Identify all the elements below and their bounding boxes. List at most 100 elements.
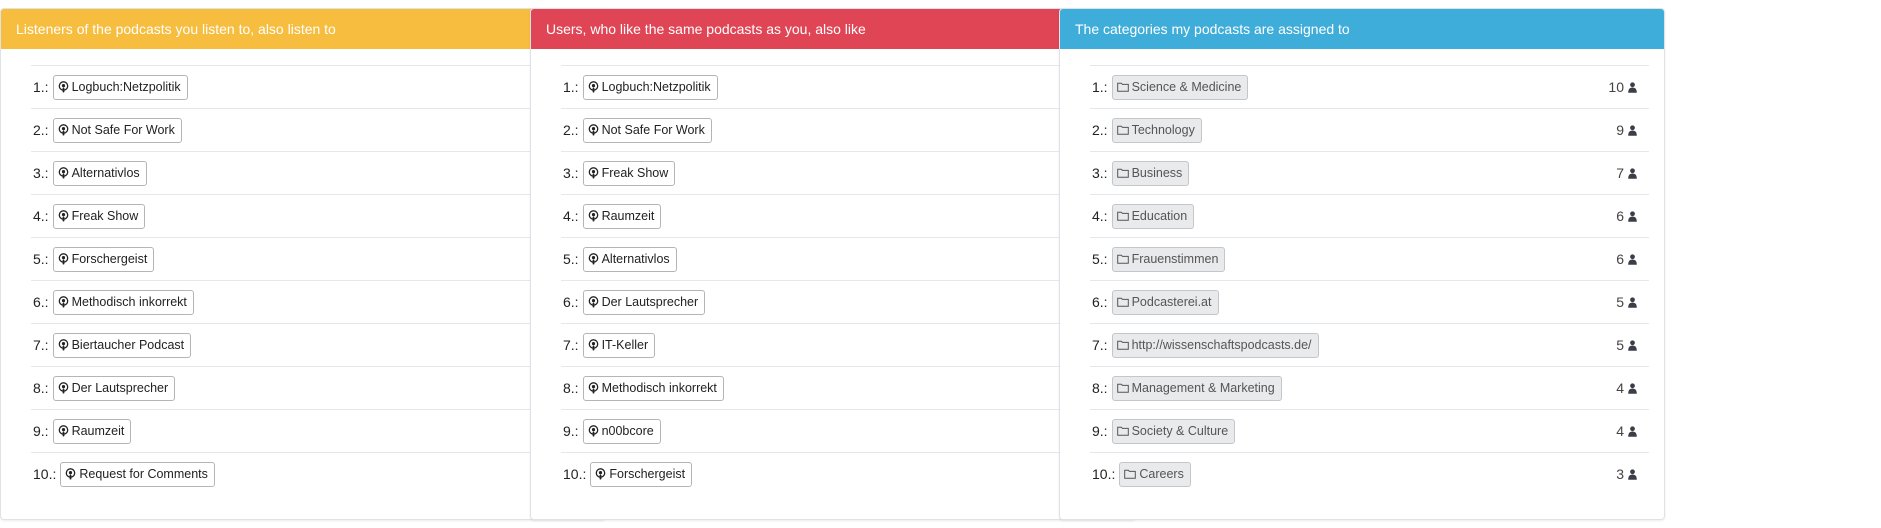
category-link[interactable]: Management & Marketing <box>1111 375 1282 401</box>
count-value: 4 <box>1616 423 1624 439</box>
list-item: 3.: Business 7 <box>1090 151 1649 194</box>
podcast-link[interactable]: Not Safe For Work <box>582 117 712 143</box>
item-label: Education <box>1131 209 1188 223</box>
podcast-link[interactable]: Raumzeit <box>582 203 662 229</box>
rank-number: 2.: <box>33 122 49 138</box>
podcast-link[interactable]: Forschergeist <box>52 246 155 272</box>
podcast-link[interactable]: Logbuch:Netzpolitik <box>52 74 188 100</box>
podcast-link[interactable]: Not Safe For Work <box>52 117 182 143</box>
category-link[interactable]: Science & Medicine <box>1111 74 1249 100</box>
podcast-link[interactable]: Freak Show <box>582 160 676 186</box>
podcast-link[interactable]: Biertaucher Podcast <box>52 332 192 358</box>
user-icon <box>1624 382 1637 394</box>
podcast-icon <box>588 81 602 93</box>
ranking-list: 1.: Science & Medicine 10 2.: Technology 9 3.:… <box>1060 49 1664 495</box>
rank-number: 1.: <box>563 79 579 95</box>
rank-number: 6.: <box>1092 294 1108 310</box>
list-item: 5.:Forschergeist15 <box>31 237 590 280</box>
podcast-icon <box>588 339 602 351</box>
rank-number: 2.: <box>1092 122 1108 138</box>
item-label: Not Safe For Work <box>601 123 705 137</box>
item-label: IT-Keller <box>601 338 649 352</box>
list-item: 3.:Freak Show4 <box>561 151 1120 194</box>
podcast-link[interactable]: Der Lautsprecher <box>582 289 706 315</box>
item-label: Raumzeit <box>71 424 125 438</box>
podcast-link[interactable]: Methodisch inkorrekt <box>52 289 194 315</box>
listener-count: 4 <box>1616 423 1637 439</box>
rank-number: 3.: <box>563 165 579 181</box>
rank-number: 5.: <box>33 251 49 267</box>
panel-title: Listeners of the podcasts you listen to,… <box>1 9 605 49</box>
item-label: Der Lautsprecher <box>71 381 169 395</box>
podcast-link[interactable]: Freak Show <box>52 203 146 229</box>
rank-number: 5.: <box>563 251 579 267</box>
podcast-icon <box>58 296 72 308</box>
item-label: Freak Show <box>601 166 669 180</box>
item-label: Forschergeist <box>609 467 686 481</box>
item-label: n00bcore <box>601 424 654 438</box>
podcast-link[interactable]: Request for Comments <box>60 461 215 487</box>
rank-number: 4.: <box>33 208 49 224</box>
list-item: 2.: Technology 9 <box>1090 108 1649 151</box>
podcast-link[interactable]: Raumzeit <box>52 418 132 444</box>
folder-icon <box>1116 125 1132 135</box>
list-item: 10.: Careers 3 <box>1090 452 1649 495</box>
item-label: Management & Marketing <box>1131 381 1275 395</box>
category-link[interactable]: Education <box>1111 203 1195 229</box>
list-item: 1.:Logbuch:Netzpolitik7 <box>561 65 1120 108</box>
user-icon <box>1624 253 1637 265</box>
count-value: 6 <box>1616 251 1624 267</box>
podcast-icon <box>58 339 72 351</box>
podcast-link[interactable]: Der Lautsprecher <box>52 375 176 401</box>
list-item: 3.:Alternativlos16 <box>31 151 590 194</box>
list-item: 4.:Raumzeit3 <box>561 194 1120 237</box>
rank-number: 8.: <box>1092 380 1108 396</box>
podcast-icon <box>58 425 72 437</box>
listener-count: 10 <box>1608 79 1637 95</box>
list-item: 8.:Methodisch inkorrekt3 <box>561 366 1120 409</box>
list-item: 4.: Education 6 <box>1090 194 1649 237</box>
podcast-icon <box>588 296 602 308</box>
listener-count: 9 <box>1616 122 1637 138</box>
item-label: Forschergeist <box>71 252 148 266</box>
category-link[interactable]: Frauenstimmen <box>1111 246 1226 272</box>
folder-icon <box>1116 82 1132 92</box>
rank-number: 1.: <box>33 79 49 95</box>
folder-icon <box>1116 297 1132 307</box>
category-link[interactable]: http://wissenschaftspodcasts.de/ <box>1111 332 1319 358</box>
count-value: 6 <box>1616 208 1624 224</box>
podcast-link[interactable]: Alternativlos <box>582 246 677 272</box>
category-link[interactable]: Podcasterei.at <box>1111 289 1219 315</box>
item-label: Logbuch:Netzpolitik <box>601 80 711 94</box>
category-link[interactable]: Careers <box>1119 461 1191 487</box>
rank-number: 2.: <box>563 122 579 138</box>
list-item: 9.:n00bcore2 <box>561 409 1120 452</box>
podcast-link[interactable]: Alternativlos <box>52 160 147 186</box>
category-link[interactable]: Society & Culture <box>1111 418 1236 444</box>
podcast-icon <box>588 382 602 394</box>
podcast-link[interactable]: Methodisch inkorrekt <box>582 375 724 401</box>
folder-icon <box>1124 469 1139 479</box>
ranking-list: 1.:Logbuch:Netzpolitik212.:Not Safe For … <box>1 49 605 495</box>
list-item: 8.:Der Lautsprecher13 <box>31 366 590 409</box>
podcast-link[interactable]: Forschergeist <box>590 461 693 487</box>
item-label: Methodisch inkorrekt <box>601 381 717 395</box>
count-value: 5 <box>1616 337 1624 353</box>
category-link[interactable]: Technology <box>1111 117 1202 143</box>
podcast-link[interactable]: Logbuch:Netzpolitik <box>582 74 718 100</box>
listener-count: 4 <box>1616 380 1637 396</box>
list-item: 7.: http://wissenschaftspodcasts.de/5 <box>1090 323 1649 366</box>
category-link[interactable]: Business <box>1111 160 1190 186</box>
rank-number: 4.: <box>563 208 579 224</box>
item-label: Society & Culture <box>1131 424 1229 438</box>
user-icon <box>1624 81 1637 93</box>
podcast-link[interactable]: n00bcore <box>582 418 661 444</box>
list-item: 1.: Science & Medicine 10 <box>1090 65 1649 108</box>
list-item: 5.:Alternativlos3 <box>561 237 1120 280</box>
list-item: 9.: Society & Culture 4 <box>1090 409 1649 452</box>
count-value: 5 <box>1616 294 1624 310</box>
folder-icon <box>1116 254 1132 264</box>
podcast-link[interactable]: IT-Keller <box>582 332 656 358</box>
list-item: 6.:Der Lautsprecher3 <box>561 280 1120 323</box>
podcast-icon <box>58 124 72 136</box>
